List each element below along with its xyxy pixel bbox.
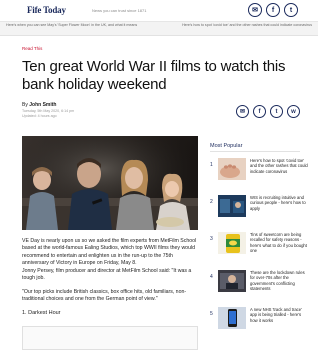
article-subhead: 1. Darkest Hour (22, 310, 61, 316)
share-email-glyph: ✉ (239, 109, 246, 115)
most-popular-thumbnail[interactable] (218, 270, 246, 292)
most-popular-item[interactable]: 2 WIS is recruiting intuitive and curiou… (210, 195, 306, 225)
most-popular-headline[interactable]: Here's how to spot 'covid toe' and the o… (250, 158, 308, 174)
office-image (218, 195, 246, 217)
site-logo[interactable]: Fife Today (27, 5, 66, 15)
ticker-link-left[interactable]: Here's when you can see May's 'Super Flo… (6, 23, 156, 28)
most-popular-thumbnail[interactable] (218, 158, 246, 180)
most-popular-rank: 3 (210, 236, 213, 242)
twitter-icon[interactable]: t (284, 3, 298, 17)
share-email-icon[interactable]: ✉ (236, 105, 249, 118)
most-popular-headline[interactable]: These are the lockdown rules for over-70… (250, 270, 308, 292)
government-image (218, 270, 246, 292)
share-whatsapp-glyph: w (291, 108, 296, 115)
family-watching-tv-image (22, 136, 198, 230)
most-popular-headline[interactable]: Tins of sweetcorn are being recalled for… (250, 232, 308, 254)
email-icon-glyph: ✉ (252, 7, 258, 14)
hero-image (22, 136, 198, 230)
share-facebook-icon[interactable]: f (253, 105, 266, 118)
top-bar: Fife Today News you can trust since 1871… (0, 0, 318, 22)
article-paragraph-3: "Our top picks include British classics,… (22, 289, 187, 303)
facebook-icon[interactable]: f (266, 3, 280, 17)
most-popular-item[interactable]: 4 These are the lockdown rules for over-… (210, 270, 306, 300)
most-popular-rank: 4 (210, 274, 213, 280)
site-tagline: News you can trust since 1871 (92, 8, 147, 13)
ticker-link-right[interactable]: Here's how to spot 'covid toe' and the o… (180, 23, 312, 28)
dateline: Tuesday, 5th May 2020, 6:14 pm Updated: … (22, 109, 74, 119)
email-icon[interactable]: ✉ (248, 3, 262, 17)
article-paragraph-1: VE Day is nearly upon us so we asked the… (22, 238, 197, 266)
most-popular-rank: 2 (210, 199, 213, 205)
share-twitter-glyph: t (275, 108, 278, 115)
video-embed[interactable] (22, 326, 198, 350)
most-popular-rank: 5 (210, 311, 213, 317)
facebook-icon-glyph: f (271, 6, 275, 14)
article-headline: Ten great World War II films to watch th… (22, 58, 286, 93)
most-popular-rank: 1 (210, 162, 213, 168)
most-popular-headline[interactable]: A new NHS 'track and trace' app is being… (250, 307, 308, 323)
byline: By John Smith (22, 102, 56, 108)
updated-time: Updated: 4 hours ago (22, 114, 57, 118)
sweetcorn-tin-image (218, 232, 246, 254)
author-name[interactable]: John Smith (29, 102, 56, 108)
article-paragraph-2: Jonny Persey, film producer and director… (22, 268, 192, 282)
byline-prefix: By (22, 102, 28, 108)
phone-app-image (218, 307, 246, 329)
most-popular-thumbnail[interactable] (218, 195, 246, 217)
most-popular-headline[interactable]: WIS is recruiting intuitive and curious … (250, 195, 308, 211)
feet-image (218, 158, 246, 180)
most-popular-item[interactable]: 3 Tins of sweetcorn are being recalled f… (210, 232, 308, 262)
most-popular-item[interactable]: 1 Here's how to spot 'covid toe' and the… (210, 158, 308, 188)
share-facebook-glyph: f (258, 108, 261, 115)
news-ticker: Here's when you can see May's 'Super Flo… (0, 22, 318, 36)
most-popular-divider (210, 151, 300, 152)
section-label[interactable]: Read This (22, 46, 42, 51)
most-popular-thumbnail[interactable] (218, 307, 246, 329)
most-popular-title: Most Popular (210, 143, 243, 149)
most-popular-item[interactable]: 5 A new NHS 'track and trace' app is bei… (210, 307, 306, 337)
share-whatsapp-icon[interactable]: w (287, 105, 300, 118)
twitter-icon-glyph: t (289, 6, 293, 14)
share-twitter-icon[interactable]: t (270, 105, 283, 118)
most-popular-thumbnail[interactable] (218, 232, 246, 254)
